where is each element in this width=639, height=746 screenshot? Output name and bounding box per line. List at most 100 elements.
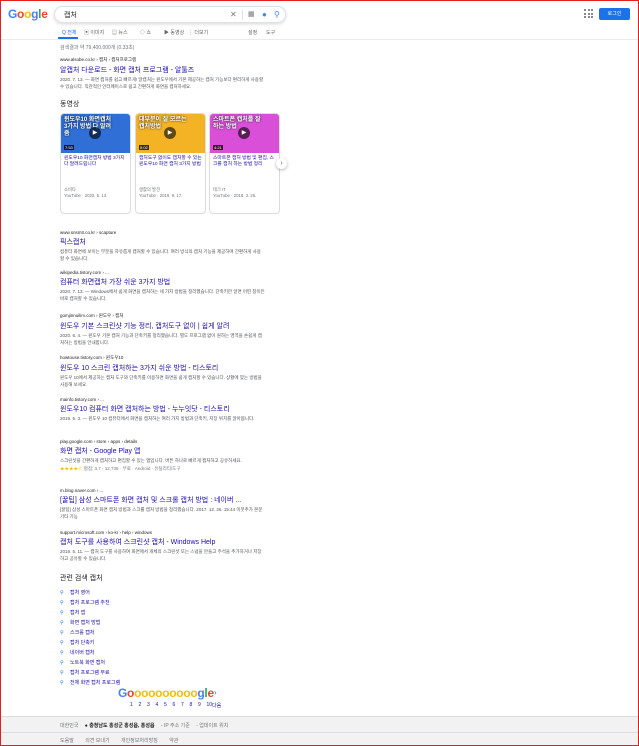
search-icon: ⚲ [60, 610, 64, 616]
tab-images[interactable]: ▣ 이미지 [84, 29, 104, 36]
video-title[interactable]: 윈도우10 화면캡처 방법 3가지 다 알려드립니다 [61, 153, 130, 179]
search-query[interactable]: 캡처 [64, 10, 77, 20]
related-search-label[interactable]: 스크롤 캡처 [70, 630, 94, 636]
search-result: m.blog.naver.com › ... [꿀팁] 삼성 스마트폰 화면 캡… [60, 488, 270, 520]
page-number[interactable]: 5 [164, 702, 173, 708]
search-icon: ⚲ [60, 640, 64, 646]
page-number[interactable]: 4 [156, 702, 165, 708]
thumbnail-text: 윈도우10 화면캡처 3가지 방법 다 알려줌 [64, 117, 111, 137]
tab-news[interactable]: ▤ 뉴스 [112, 29, 128, 36]
search-result: www.snsmtr.co.kr › scapture 픽스캡처 컴퓨터 화면에… [60, 230, 270, 262]
next-page-link[interactable]: 다음 [212, 702, 221, 709]
related-search-item[interactable]: ⚲ 캡처 프로그램 무료 [60, 669, 110, 676]
chevron-right-icon[interactable]: › [276, 158, 287, 169]
tab-tools[interactable]: 도구 [266, 29, 275, 36]
footer-link-help[interactable]: 도움말 [60, 738, 74, 744]
footer-link-terms[interactable]: 약관 [169, 738, 178, 744]
search-icon: ⚲ [60, 670, 64, 676]
apps-grid-icon[interactable] [584, 9, 593, 18]
page-number[interactable]: 2 [139, 702, 148, 708]
tab-shopping[interactable]: ◇ 쇼 [140, 29, 151, 36]
related-search-item[interactable]: ⚲ 노트북 화면 캡처 [60, 659, 105, 666]
related-search-item[interactable]: ⚲ 전체 화면 캡처 프로그램 [60, 679, 120, 686]
related-search-label[interactable]: 노트북 화면 캡처 [70, 660, 105, 666]
result-url[interactable]: howtouse.tistory.com › 윈도우10 [60, 355, 270, 361]
related-search-item[interactable]: ⚲ 화면 캡처 방법 [60, 619, 100, 626]
related-search-label[interactable]: 화면 캡처 방법 [70, 620, 100, 626]
update-location-link[interactable]: - 업데이트 위치 [196, 723, 228, 729]
chevron-right-icon[interactable]: › [214, 688, 217, 697]
page-number[interactable]: 9 [198, 702, 207, 708]
footer-country: 대한민국 [60, 723, 79, 729]
search-result: mainfo.tistory.com › ... 윈도우10 컴퓨터 화면 캡처… [60, 397, 270, 423]
tab-more[interactable]: ⋮ 더보기 [188, 29, 208, 36]
result-url[interactable]: play.google.com › store › apps › details [60, 439, 270, 444]
search-result: wikipedia.tistory.com › ... 컴퓨터 화면캡처 가장 … [60, 270, 270, 302]
search-result: play.google.com › store › apps › details… [60, 439, 270, 472]
app-rating: ★★★★☆ 평점: 3.7 · 12,736 · 무료 · Android · … [60, 466, 270, 472]
google-logo[interactable]: Google [8, 7, 48, 21]
video-title[interactable]: 스마트폰 캡처 방법 및 편집, 스크롤 캡처 하는 방법 정리 [210, 153, 279, 179]
footer-divider [0, 732, 639, 733]
related-search-item[interactable]: ⚲ 캡처 프로그램 추천 [60, 599, 110, 606]
video-card[interactable]: 윈도우10 화면캡처 3가지 방법 다 알려줌 ▶ 7:53 윈도우10 화면캡… [60, 113, 131, 214]
tab-all[interactable]: Q 전체 [62, 29, 76, 36]
related-search-label[interactable]: 캡처 영어 [70, 590, 90, 596]
result-url[interactable]: wikipedia.tistory.com › ... [60, 270, 270, 275]
result-stats: 검색결과 약 79,400,000개 (0.33초) [60, 45, 135, 51]
result-title[interactable]: 윈도우 기본 스크린샷 기능 정리, 캡처도구 없이 | 쉽게 알려 [60, 321, 270, 331]
search-result: howtouse.tistory.com › 윈도우10 윈도우 10 스크린 … [60, 355, 270, 388]
page-number[interactable]: 7 [181, 702, 190, 708]
video-thumbnail[interactable]: 윈도우10 화면캡처 3가지 방법 다 알려줌 ▶ 7:53 [61, 114, 130, 153]
footer-link-privacy[interactable]: 개인정보처리방침 [121, 738, 158, 744]
tab-settings[interactable]: 설정 [248, 29, 257, 36]
result-title[interactable]: 윈도우10 컴퓨터 화면 캡처하는 방법 - 누누잇닷 - 티스토리 [60, 404, 270, 414]
page-number[interactable]: 8 [190, 702, 199, 708]
search-icon[interactable]: ⚲ [274, 9, 280, 20]
result-url[interactable]: www.snsmtr.co.kr › scapture [60, 230, 270, 235]
keyboard-icon[interactable]: ▦ [248, 9, 255, 20]
page-number[interactable]: 6 [173, 702, 182, 708]
result-title[interactable]: 캡처 도구를 사용하여 스크린샷 캡처 - Windows Help [60, 537, 270, 547]
login-button[interactable]: 로그인 [599, 8, 630, 20]
search-input[interactable]: 캡처 ✕ ▦ ● ⚲ [54, 6, 286, 23]
result-title[interactable]: [꿀팁] 삼성 스마트폰 화면 캡처 및 스크롤 캡처 방법 : 네이버 ... [60, 495, 270, 505]
result-url[interactable]: gomjinnuilim.com › 윈도우 › 캡처 [60, 313, 270, 319]
related-search-item[interactable]: ⚲ 네이버 캡처 [60, 649, 94, 656]
video-title[interactable]: 캡처도구 없이도 캡처할 수 있는 윈도우10 화면 캡처 3가지 방법 [136, 153, 205, 179]
result-title[interactable]: 윈도우 10 스크린 캡처하는 3가지 쉬운 방법 - 티스토리 [60, 363, 270, 373]
result-title[interactable]: 픽스캡처 [60, 237, 270, 247]
tab-videos[interactable]: ▶ 동영상 [164, 29, 184, 36]
result-url[interactable]: mainfo.tistory.com › ... [60, 397, 270, 402]
video-card[interactable]: 대부분이 잘 모르는 캡처방법 ▶ 5:02 캡처도구 없이도 캡처할 수 있는… [135, 113, 206, 214]
related-search-item[interactable]: ⚲ 캡처 앱 [60, 609, 85, 616]
video-thumbnail[interactable]: 스마트폰 캡처를 잘하는 방법 ▶ 4:21 [210, 114, 279, 153]
result-snippet: 컴퓨터 화면에 보이는 부분을 자유롭게 캡처할 수 있습니다. 여러 방식의 … [60, 249, 261, 261]
result-url[interactable]: m.blog.naver.com › ... [60, 488, 270, 493]
related-search-label[interactable]: 캡처 프로그램 추천 [70, 600, 110, 606]
video-card[interactable]: 스마트폰 캡처를 잘하는 방법 ▶ 4:21 스마트폰 캡처 방법 및 편집, … [209, 113, 280, 214]
related-search-item[interactable]: ⚲ 캡처 영어 [60, 589, 90, 596]
page-number[interactable]: 3 [147, 702, 156, 708]
video-source: 소비타 [64, 187, 76, 192]
result-title[interactable]: 컴퓨터 화면캡처 가장 쉬운 3가지 방법 [60, 277, 270, 287]
rating-text: 평점: 3.7 · 12,736 · 무료 · Android · 유틸리티/도… [83, 465, 181, 471]
result-url[interactable]: support.microsoft.com › ko-kr › help › w… [60, 530, 270, 535]
related-search-item[interactable]: ⚲ 스크롤 캡처 [60, 629, 94, 636]
related-search-label[interactable]: 전체 화면 캡처 프로그램 [70, 680, 120, 686]
related-search-label[interactable]: 캡처 앱 [70, 610, 85, 616]
page-number: 1 [130, 702, 133, 708]
result-url[interactable]: www.alsobe.co.kr › 캡처 › 캡처프로그램 [60, 57, 270, 63]
pagination-numbers: 1 2 3 4 5 6 7 8 9 10 [130, 702, 215, 708]
result-title[interactable]: 화면 캡처 - Google Play 앱 [60, 446, 270, 456]
mic-icon[interactable]: ● [262, 9, 267, 20]
related-search-label[interactable]: 네이버 캡처 [70, 650, 94, 656]
footer-link-feedback[interactable]: 의견 보내기 [85, 738, 109, 744]
tabs-divider [0, 39, 639, 40]
related-search-label[interactable]: 캡처 단축키 [70, 640, 94, 646]
video-thumbnail[interactable]: 대부분이 잘 모르는 캡처방법 ▶ 5:02 [136, 114, 205, 153]
related-search-item[interactable]: ⚲ 캡처 단축키 [60, 639, 94, 646]
related-search-label[interactable]: 캡처 프로그램 무료 [70, 670, 110, 676]
result-title[interactable]: 알캡처 다운로드 - 화면 캡처 프로그램 - 알툴즈 [60, 65, 270, 75]
clear-icon[interactable]: ✕ [230, 9, 237, 20]
